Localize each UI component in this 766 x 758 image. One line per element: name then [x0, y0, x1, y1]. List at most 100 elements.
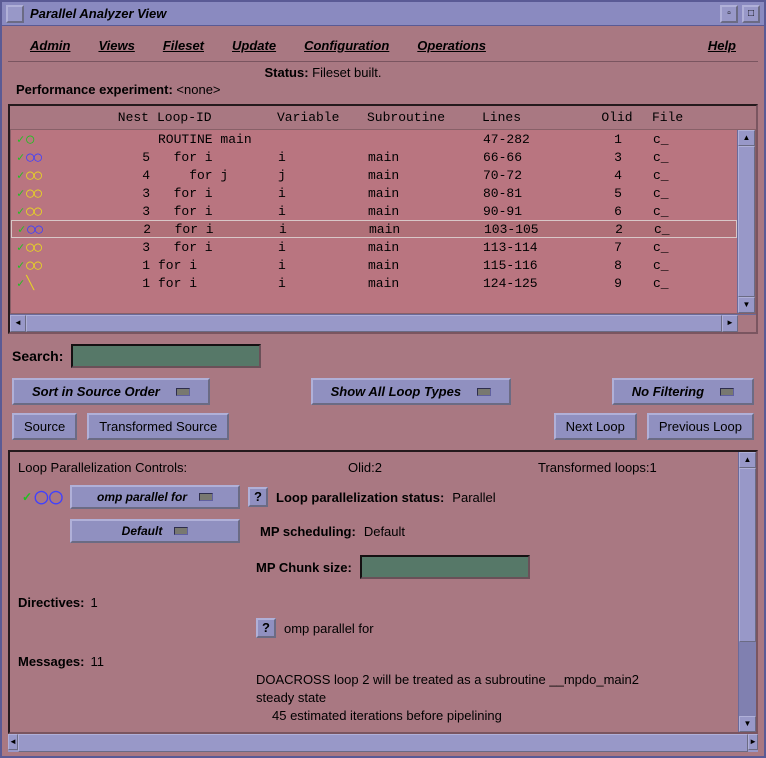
cell-file: c_ [654, 222, 704, 237]
cell-file: c_ [653, 168, 703, 183]
scroll-up-icon[interactable]: ▲ [738, 130, 755, 146]
cell-nest: 3 [68, 240, 158, 255]
option-indicator-icon [477, 388, 491, 396]
menu-operations[interactable]: Operations [403, 34, 500, 57]
default-option[interactable]: Default [70, 519, 240, 543]
cell-lines: 70-72 [483, 168, 583, 183]
cell-subroutine: main [368, 276, 483, 291]
cell-olid: 9 [583, 276, 653, 291]
table-row[interactable]: ✓◯◯5 for iimain66-663c_ [11, 148, 737, 166]
row-icon: ✓◯◯ [13, 204, 68, 219]
menu-fileset[interactable]: Fileset [149, 34, 218, 57]
omp-option[interactable]: omp parallel for [70, 485, 240, 509]
cell-variable: i [279, 222, 369, 237]
scroll-down-icon[interactable]: ▼ [738, 297, 755, 313]
directives-label: Directives: 1 [18, 581, 734, 610]
cell-variable: i [278, 258, 368, 273]
option-indicator-icon [720, 388, 734, 396]
menu-admin[interactable]: Admin [16, 34, 84, 57]
cell-nest: 1 [68, 258, 158, 273]
olid-display: Olid:2 [348, 460, 538, 475]
transformed-source-button[interactable]: Transformed Source [87, 413, 229, 440]
scroll-left-icon[interactable]: ◄ [10, 315, 26, 332]
cell-olid: 6 [583, 204, 653, 219]
minimize-button[interactable]: ▫ [720, 5, 738, 23]
table-hscrollbar[interactable]: ◄ ► [10, 314, 756, 332]
cell-file: c_ [653, 150, 703, 165]
table-row[interactable]: ✓◯◯1for iimain115-1168c_ [11, 256, 737, 274]
cell-variable: i [278, 150, 368, 165]
chunk-size-input[interactable] [360, 555, 530, 579]
filter-option[interactable]: No Filtering [612, 378, 754, 405]
row-icon: ✓◯◯ [13, 258, 68, 273]
cell-lines: 124-125 [483, 276, 583, 291]
menu-help[interactable]: Help [694, 34, 750, 57]
parallel-status-value: Parallel [452, 490, 495, 505]
cell-loopid: for i [158, 150, 278, 165]
scroll-down-icon[interactable]: ▼ [739, 716, 756, 732]
cell-file: c_ [653, 240, 703, 255]
cell-olid: 8 [583, 258, 653, 273]
cell-subroutine: main [368, 240, 483, 255]
window-menu-button[interactable] [6, 5, 24, 23]
table-row[interactable]: ✓◯◯3 for iimain90-916c_ [11, 202, 737, 220]
transformed-loops-display: Transformed loops:1 [538, 460, 657, 475]
cell-loopid: ROUTINE main [158, 132, 278, 147]
row-icon: ✓◯◯ [14, 222, 69, 237]
table-row[interactable]: ✓╲1for iimain124-1259c_ [11, 274, 737, 292]
cell-olid: 5 [583, 186, 653, 201]
check-icon: ✓ [22, 490, 32, 504]
table-vscrollbar[interactable]: ▲ ▼ [737, 130, 755, 313]
cell-nest: 5 [68, 150, 158, 165]
scroll-up-icon[interactable]: ▲ [739, 452, 756, 468]
menu-configuration[interactable]: Configuration [290, 34, 403, 57]
cell-lines: 103-105 [484, 222, 584, 237]
parallel-status-label: Loop parallelization status: [276, 490, 444, 505]
bottom-hscrollbar[interactable]: ◄ ► [8, 734, 758, 752]
sort-option[interactable]: Sort in Source Order [12, 378, 210, 405]
row-icon: ✓╲ [13, 276, 68, 291]
cell-file: c_ [653, 186, 703, 201]
help-icon[interactable]: ? [256, 618, 276, 638]
cell-loopid: for i [158, 258, 278, 273]
status-line: Status: Fileset built. [0, 64, 750, 81]
mp-scheduling-label: MP scheduling: [260, 524, 356, 539]
previous-loop-button[interactable]: Previous Loop [647, 413, 754, 440]
cell-file: c_ [653, 258, 703, 273]
loop-table: Nest Loop-ID Variable Subroutine Lines O… [8, 104, 758, 334]
scroll-right-icon[interactable]: ► [722, 315, 738, 332]
option-indicator-icon [176, 388, 190, 396]
menu-update[interactable]: Update [218, 34, 290, 57]
source-button[interactable]: Source [12, 413, 77, 440]
cell-subroutine: main [369, 222, 484, 237]
window-title: Parallel Analyzer View [30, 6, 720, 21]
message-text: DOACROSS loop 2 will be treated as a sub… [256, 671, 734, 689]
cell-loopid: for i [159, 222, 279, 237]
messages-label: Messages: 11 [18, 640, 734, 669]
controls-vscrollbar[interactable]: ▲ ▼ [738, 452, 756, 732]
cell-file: c_ [653, 204, 703, 219]
search-input[interactable] [71, 344, 261, 368]
help-icon[interactable]: ? [248, 487, 268, 507]
table-row[interactable]: ✓◯◯4 for jjmain70-724c_ [11, 166, 737, 184]
table-row[interactable]: ✓◯ROUTINE main47-2821c_ [11, 130, 737, 148]
row-icon: ✓◯ [13, 132, 68, 147]
next-loop-button[interactable]: Next Loop [554, 413, 637, 440]
show-option[interactable]: Show All Loop Types [311, 378, 511, 405]
table-header: Nest Loop-ID Variable Subroutine Lines O… [10, 106, 756, 129]
menu-views[interactable]: Views [84, 34, 148, 57]
cell-loopid: for j [158, 168, 278, 183]
scroll-left-icon[interactable]: ◄ [8, 734, 18, 750]
maximize-button[interactable]: □ [742, 5, 760, 23]
cell-nest: 3 [68, 186, 158, 201]
cell-loopid: for i [158, 240, 278, 255]
table-row[interactable]: ✓◯◯3 for iimain113-1147c_ [11, 238, 737, 256]
titlebar: Parallel Analyzer View ▫ □ [2, 2, 764, 26]
cell-variable: j [278, 168, 368, 183]
cell-nest: 1 [68, 276, 158, 291]
cell-variable: i [278, 186, 368, 201]
table-row[interactable]: ✓◯◯2 for iimain103-1052c_ [11, 220, 737, 238]
scroll-right-icon[interactable]: ► [748, 734, 758, 750]
cell-subroutine: main [368, 258, 483, 273]
table-row[interactable]: ✓◯◯3 for iimain80-815c_ [11, 184, 737, 202]
